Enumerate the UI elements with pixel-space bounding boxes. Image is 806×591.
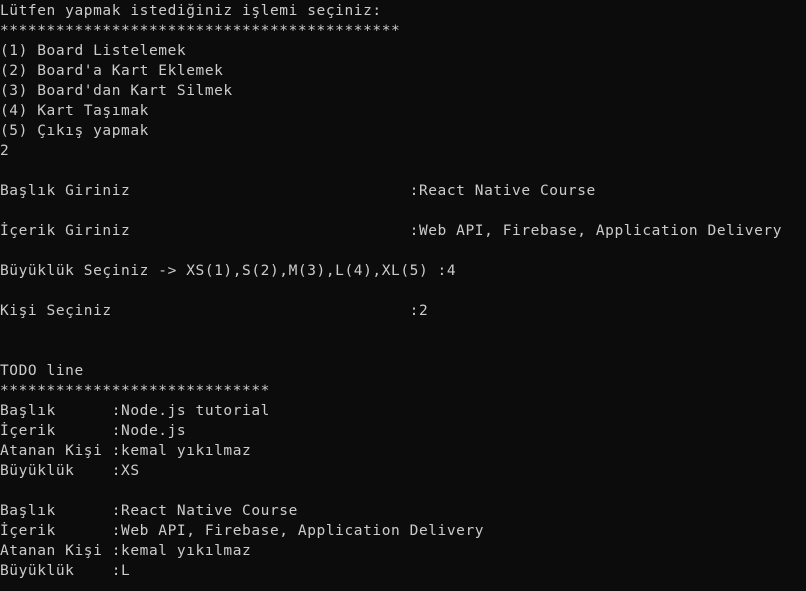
menu-option-2: (2) Board'a Kart Eklemek bbox=[0, 63, 224, 79]
size-input-line: Büyüklük Seçiniz -> XS(1),S(2),M(3),L(4)… bbox=[0, 263, 457, 279]
card-2-size: Büyüklük :L bbox=[0, 563, 131, 579]
title-input-line: Başlık Giriniz :React Native Course bbox=[0, 183, 596, 199]
menu-option-3: (3) Board'dan Kart Silmek bbox=[0, 83, 233, 99]
prompt-line: Lütfen yapmak istediğiniz işlemi seçiniz… bbox=[0, 3, 382, 19]
card-2-assignee: Atanan Kişi :kemal yıkılmaz bbox=[0, 543, 252, 559]
card-2-title: Başlık :React Native Course bbox=[0, 503, 298, 519]
card-1-assignee: Atanan Kişi :kemal yıkılmaz bbox=[0, 443, 252, 459]
todo-line-header: TODO line bbox=[0, 363, 84, 379]
console-output[interactable]: Lütfen yapmak istediğiniz işlemi seçiniz… bbox=[0, 0, 806, 591]
person-input-line: Kişi Seçiniz :2 bbox=[0, 303, 429, 319]
card-1-size: Büyüklük :XS bbox=[0, 463, 140, 479]
content-input-line: İçerik Giriniz :Web API, Firebase, Appli… bbox=[0, 223, 783, 239]
user-choice: 2 bbox=[0, 143, 10, 159]
card-1-content: İçerik :Node.js bbox=[0, 423, 187, 439]
separator-line: ***************************** bbox=[0, 383, 270, 399]
card-2-content: İçerik :Web API, Firebase, Application D… bbox=[0, 523, 485, 539]
card-1-title: Başlık :Node.js tutorial bbox=[0, 403, 270, 419]
menu-option-5: (5) Çıkış yapmak bbox=[0, 123, 149, 139]
separator-line: ****************************************… bbox=[0, 23, 401, 39]
menu-option-1: (1) Board Listelemek bbox=[0, 43, 187, 59]
menu-option-4: (4) Kart Taşımak bbox=[0, 103, 149, 119]
